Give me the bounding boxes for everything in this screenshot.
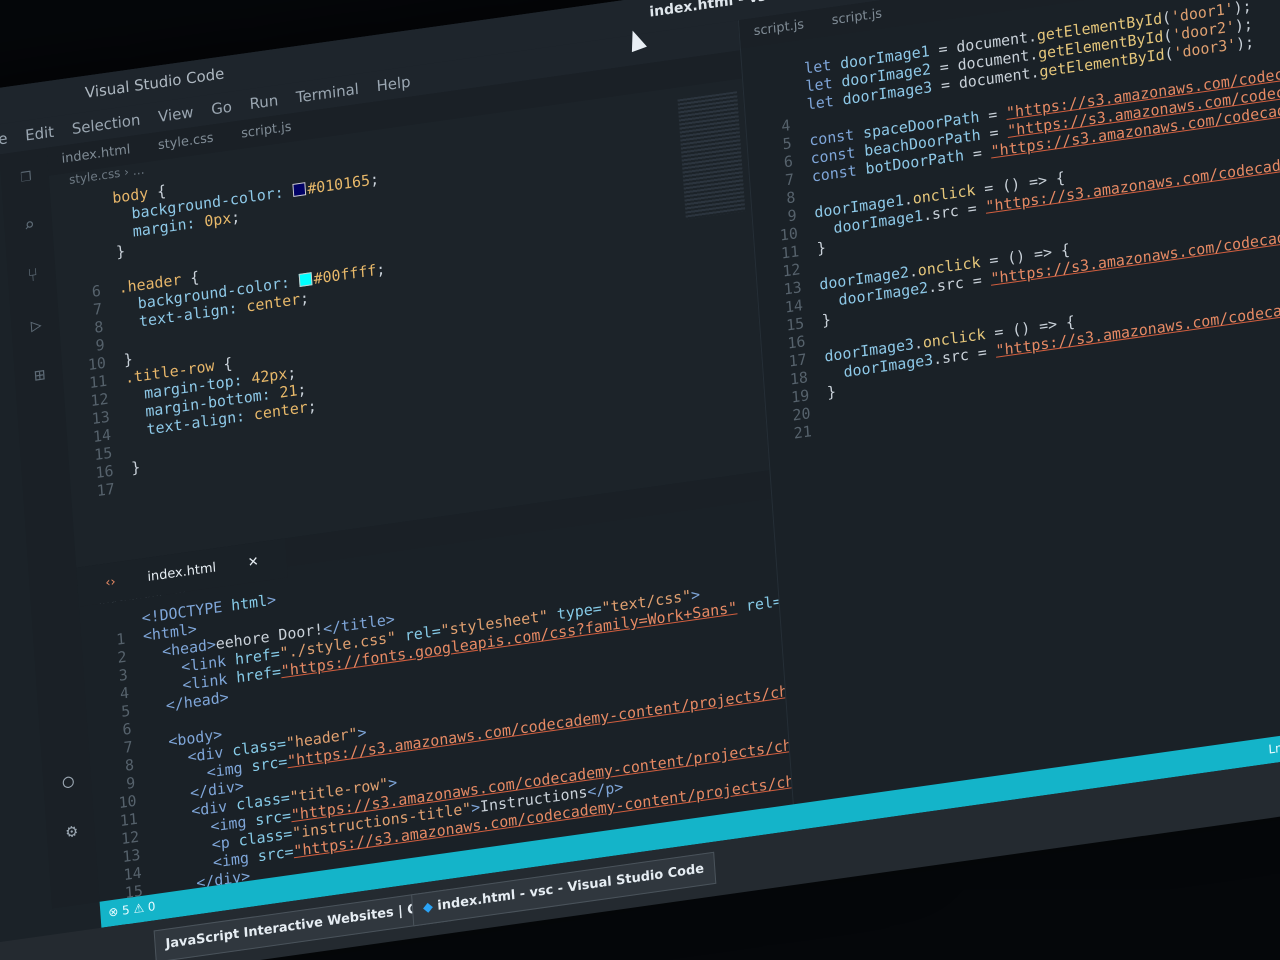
search-icon[interactable]: ⌕	[18, 213, 41, 238]
git-branch-icon[interactable]: ⑂	[21, 263, 44, 288]
token: >	[387, 773, 398, 793]
menu-item-e[interactable]: e	[0, 129, 8, 148]
token: ;	[296, 380, 307, 400]
editor-group-js: script.js script.js let doorImage1 = docu…	[737, 0, 1280, 831]
token: }	[826, 382, 837, 402]
token: ;	[375, 259, 386, 280]
close-icon[interactable]: ✕	[233, 546, 273, 578]
token: );	[1235, 32, 1255, 54]
token: }	[821, 310, 832, 330]
token: >	[266, 590, 277, 610]
token: ;	[299, 288, 310, 309]
token: }	[816, 238, 827, 258]
monitor-screen: ivities Visual Studio Code index.html - …	[0, 0, 1280, 960]
token: =	[963, 142, 992, 165]
token: 0px	[203, 208, 232, 231]
token: ;	[230, 207, 241, 227]
menu-item-help[interactable]: Help	[376, 73, 411, 96]
minimap[interactable]	[677, 91, 746, 220]
menu-item-view[interactable]: View	[158, 103, 195, 126]
color-swatch[interactable]	[298, 272, 313, 288]
menu-item-go[interactable]: Go	[211, 98, 233, 119]
color-swatch[interactable]	[292, 182, 306, 198]
activities-button[interactable]: ivities	[0, 96, 1, 120]
token: ;	[306, 396, 318, 417]
vscode-icon: ◆	[422, 899, 434, 916]
token: {	[156, 181, 167, 201]
token: }	[115, 241, 126, 262]
token: {	[222, 354, 233, 374]
run-debug-icon[interactable]: ▷	[25, 313, 48, 338]
cursor-position[interactable]: Ln 1, Col	[1268, 735, 1280, 756]
menu-item-selection[interactable]: Selection	[71, 111, 141, 139]
token: {	[189, 267, 200, 288]
menu-item-terminal[interactable]: Terminal	[295, 80, 359, 107]
token: }	[130, 457, 141, 478]
account-icon[interactable]: ◯	[57, 769, 80, 794]
extensions-icon[interactable]: ⊞	[28, 363, 51, 388]
menu-item-run[interactable]: Run	[249, 91, 279, 113]
token: }	[123, 349, 134, 370]
gear-icon[interactable]: ⚙	[60, 819, 83, 844]
problems-indicator[interactable]: ⊗ 5 ⚠ 0	[108, 899, 156, 920]
token: ;	[369, 169, 380, 190]
token: >	[356, 722, 368, 743]
menu-item-edit[interactable]: Edit	[25, 123, 55, 145]
files-icon[interactable]: ❐	[14, 163, 37, 188]
token: >	[690, 585, 701, 605]
code-area-js[interactable]: let doorImage1 = document.getElementById…	[742, 0, 1280, 446]
token: ;	[286, 363, 297, 383]
photo-scene: ivities Visual Studio Code index.html - …	[0, 0, 1280, 960]
